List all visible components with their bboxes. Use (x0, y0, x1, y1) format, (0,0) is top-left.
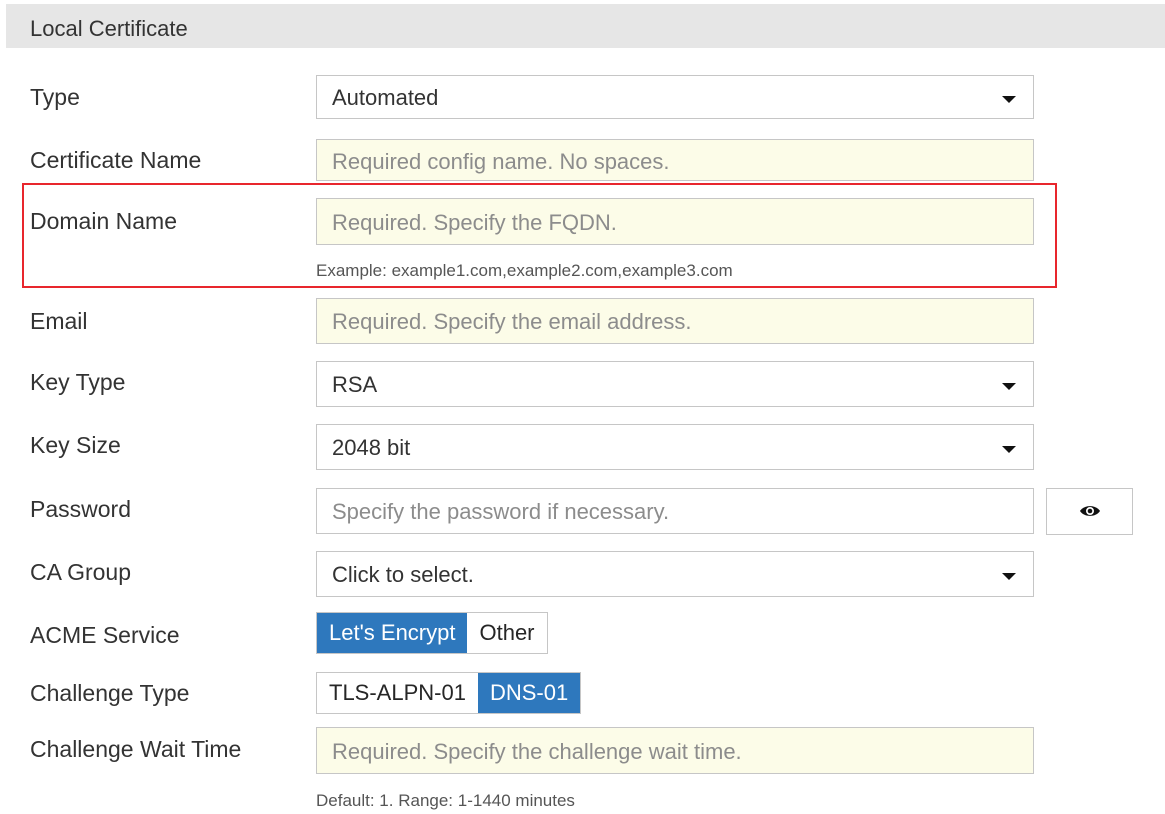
challenge-type-toggle: TLS-ALPN-01 DNS-01 (316, 672, 582, 714)
section-header: Local Certificate (6, 4, 1165, 48)
key-size-select[interactable]: 2048 bit (316, 424, 1034, 470)
domain-name-input[interactable]: Required. Specify the FQDN. (316, 198, 1034, 245)
key-type-value: RSA (332, 372, 378, 397)
key-size-label: Key Size (30, 432, 121, 458)
type-select[interactable]: Automated (316, 75, 1034, 119)
key-type-label: Key Type (30, 369, 126, 395)
certificate-name-label: Certificate Name (30, 147, 202, 173)
challenge-wait-time-placeholder: Required. Specify the challenge wait tim… (332, 739, 742, 764)
chevron-down-icon (1002, 96, 1016, 103)
password-placeholder: Specify the password if necessary. (332, 499, 670, 524)
domain-name-placeholder: Required. Specify the FQDN. (332, 210, 617, 235)
type-value: Automated (332, 85, 439, 110)
domain-name-hint: Example: example1.com,example2.com,examp… (316, 261, 733, 280)
acme-service-option-other[interactable]: Other (467, 613, 547, 653)
challenge-wait-time-input[interactable]: Required. Specify the challenge wait tim… (316, 727, 1034, 774)
chevron-down-icon (1002, 573, 1016, 580)
acme-service-label: ACME Service (30, 622, 180, 648)
key-type-select[interactable]: RSA (316, 361, 1034, 407)
acme-service-toggle: Let's Encrypt Other (316, 612, 548, 654)
domain-name-label: Domain Name (30, 208, 177, 234)
acme-service-option-lets-encrypt[interactable]: Let's Encrypt (317, 613, 468, 653)
type-label: Type (30, 84, 80, 110)
challenge-wait-time-label: Challenge Wait Time (30, 736, 242, 762)
chevron-down-icon (1002, 383, 1016, 390)
ca-group-label: CA Group (30, 559, 131, 585)
challenge-type-option-dns-01[interactable]: DNS-01 (477, 673, 581, 713)
chevron-down-icon (1002, 446, 1016, 453)
key-size-value: 2048 bit (332, 435, 411, 460)
email-label: Email (30, 308, 88, 334)
password-input[interactable]: Specify the password if necessary. (316, 488, 1034, 534)
ca-group-select[interactable]: Click to select. (316, 551, 1034, 597)
email-input[interactable]: Required. Specify the email address. (316, 298, 1034, 344)
show-password-button[interactable] (1046, 488, 1133, 535)
challenge-wait-time-hint: Default: 1. Range: 1-1440 minutes (316, 791, 575, 810)
password-label: Password (30, 496, 131, 522)
certificate-name-placeholder: Required config name. No spaces. (332, 149, 670, 174)
email-placeholder: Required. Specify the email address. (332, 309, 692, 334)
eye-icon (1080, 506, 1100, 516)
ca-group-value: Click to select. (332, 562, 474, 587)
challenge-type-label: Challenge Type (30, 680, 190, 706)
section-title: Local Certificate (30, 16, 188, 41)
challenge-type-option-tls-alpn-01[interactable]: TLS-ALPN-01 (317, 673, 478, 713)
certificate-name-input[interactable]: Required config name. No spaces. (316, 139, 1034, 181)
